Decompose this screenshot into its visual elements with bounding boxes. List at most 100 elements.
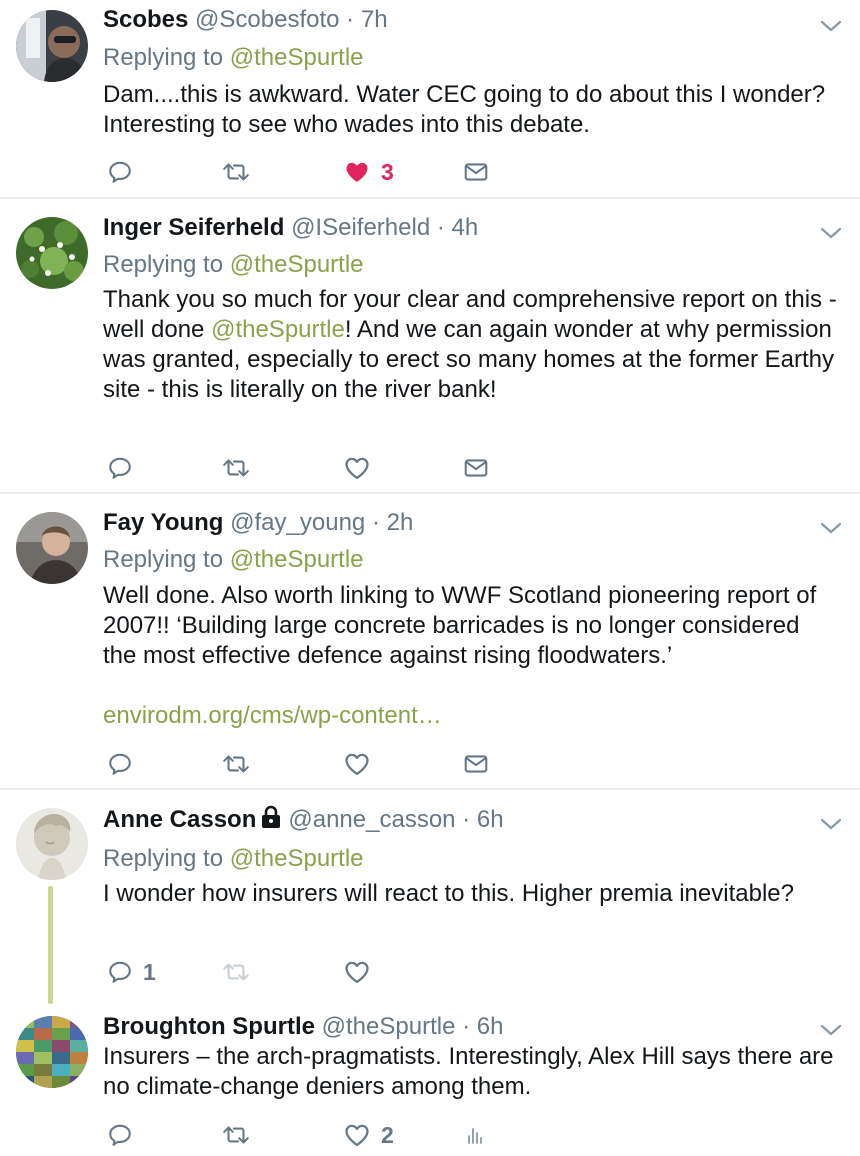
heart-icon [343, 1121, 371, 1149]
user-handle[interactable]: @Scobesfoto [195, 6, 339, 33]
tweet-header: Fay Young @fay_young · 2h [103, 509, 413, 537]
separator-dot: · [371, 509, 380, 536]
display-name[interactable]: Anne Casson [103, 806, 256, 833]
mail-icon [463, 159, 489, 185]
display-name[interactable]: Broughton Spurtle [103, 1013, 315, 1040]
chevron-down-icon[interactable] [818, 814, 844, 834]
user-handle[interactable]: @ISeiferheld [291, 214, 430, 241]
direct-message-button[interactable] [463, 157, 489, 187]
avatar[interactable] [16, 512, 88, 584]
analytics-icon [463, 1122, 487, 1148]
timestamp[interactable]: 6h [477, 806, 504, 833]
like-button[interactable]: 2 [343, 1120, 394, 1150]
reply-count: 1 [143, 958, 156, 985]
analytics-button[interactable] [463, 1120, 487, 1150]
replying-to: Replying to @theSpurtle [103, 44, 364, 72]
reply-icon [107, 455, 133, 481]
retweet-icon [221, 159, 251, 185]
heart-icon [343, 454, 371, 482]
timestamp[interactable]: 6h [477, 1013, 504, 1040]
replying-to-label: Replying to [103, 845, 224, 872]
tweet[interactable]: Scobes @Scobesfoto · 7h Replying to @the… [0, 0, 860, 198]
retweet-button[interactable] [221, 453, 251, 483]
reply-button[interactable]: 1 [107, 957, 156, 987]
avatar[interactable] [16, 1016, 88, 1088]
retweet-button[interactable] [221, 157, 251, 187]
reply-icon [107, 1122, 133, 1148]
display-name[interactable]: Scobes [103, 6, 188, 33]
direct-message-button[interactable] [463, 749, 489, 779]
retweet-button[interactable] [221, 749, 251, 779]
retweet-icon [221, 1122, 251, 1148]
retweet-button[interactable] [221, 1120, 251, 1150]
like-button[interactable]: 3 [343, 157, 394, 187]
user-handle[interactable]: @fay_young [230, 509, 365, 536]
retweet-icon [221, 455, 251, 481]
reply-button[interactable] [107, 453, 133, 483]
tweet[interactable]: Fay Young @fay_young · 2h Replying to @t… [0, 494, 860, 788]
mention-link[interactable]: @theSpurtle [230, 845, 364, 872]
like-count: 2 [381, 1121, 394, 1148]
tweet-actions: 2 [103, 1120, 523, 1150]
avatar[interactable] [16, 10, 88, 82]
chevron-down-icon[interactable] [818, 1020, 844, 1040]
heart-icon [343, 750, 371, 778]
like-count: 3 [381, 158, 394, 185]
heart-filled-icon [343, 158, 371, 186]
user-handle[interactable]: @theSpurtle [322, 1013, 456, 1040]
timestamp[interactable]: 2h [387, 509, 414, 536]
avatar[interactable] [16, 217, 88, 289]
timestamp[interactable]: 4h [452, 214, 479, 241]
tweet-text: Thank you so much for your clear and com… [103, 285, 838, 405]
chevron-down-icon[interactable] [818, 518, 844, 538]
mention-link[interactable]: @theSpurtle [211, 316, 345, 343]
tweet-text: Well done. Also worth linking to WWF Sco… [103, 582, 817, 669]
like-button[interactable] [343, 957, 371, 987]
direct-message-button[interactable] [463, 453, 489, 483]
reply-button[interactable] [107, 1120, 133, 1150]
separator-dot: · [462, 1013, 471, 1040]
tweet-text: I wonder how insurers will react to this… [103, 880, 794, 907]
mention-link[interactable]: @theSpurtle [230, 44, 364, 71]
avatar[interactable] [16, 808, 88, 880]
like-button[interactable] [343, 749, 371, 779]
lock-icon [262, 805, 281, 828]
replying-to-label: Replying to [103, 251, 224, 278]
tweet-actions: 1 [103, 957, 523, 987]
reply-button[interactable] [107, 749, 133, 779]
replying-to: Replying to @theSpurtle [103, 546, 364, 574]
tweet-text: Dam....this is awkward. Water CEC going … [103, 81, 826, 138]
retweet-icon [221, 959, 251, 985]
tweet-header: Inger Seiferheld @ISeiferheld · 4h [103, 214, 478, 242]
replying-to-label: Replying to [103, 546, 224, 573]
tweet[interactable]: Inger Seiferheld @ISeiferheld · 4h Reply… [0, 199, 860, 492]
tweet[interactable]: Anne Casson @anne_casson · 6h Replying to… [0, 790, 860, 1004]
mention-link[interactable]: @theSpurtle [230, 546, 364, 573]
reply-icon [107, 751, 133, 777]
tweet[interactable]: Broughton Spurtle @theSpurtle · 6h Insur… [0, 1000, 860, 1156]
reply-button[interactable] [107, 157, 133, 187]
retweet-button [221, 957, 251, 987]
chevron-down-icon[interactable] [818, 223, 844, 243]
replying-to: Replying to @theSpurtle [103, 251, 364, 279]
user-handle[interactable]: @anne_casson [288, 806, 455, 833]
timestamp[interactable]: 7h [361, 6, 388, 33]
like-button[interactable] [343, 453, 371, 483]
tweet-actions [103, 749, 523, 779]
tweet-text: Insurers – the arch-pragmatists. Interes… [103, 1043, 834, 1100]
separator-dot: · [462, 806, 471, 833]
reply-icon [107, 159, 133, 185]
separator-dot: · [346, 6, 355, 33]
separator-dot: · [436, 214, 445, 241]
tweet-actions: 3 [103, 157, 523, 187]
replying-to: Replying to @theSpurtle [103, 845, 364, 873]
display-name[interactable]: Inger Seiferheld [103, 214, 284, 241]
mention-link[interactable]: @theSpurtle [230, 251, 364, 278]
display-name[interactable]: Fay Young [103, 509, 223, 536]
chevron-down-icon[interactable] [818, 16, 844, 36]
mail-icon [463, 455, 489, 481]
tweet-link[interactable]: envirodm.org/cms/wp-content… [103, 701, 838, 731]
reply-icon [107, 959, 133, 985]
mail-icon [463, 751, 489, 777]
heart-icon [343, 958, 371, 986]
